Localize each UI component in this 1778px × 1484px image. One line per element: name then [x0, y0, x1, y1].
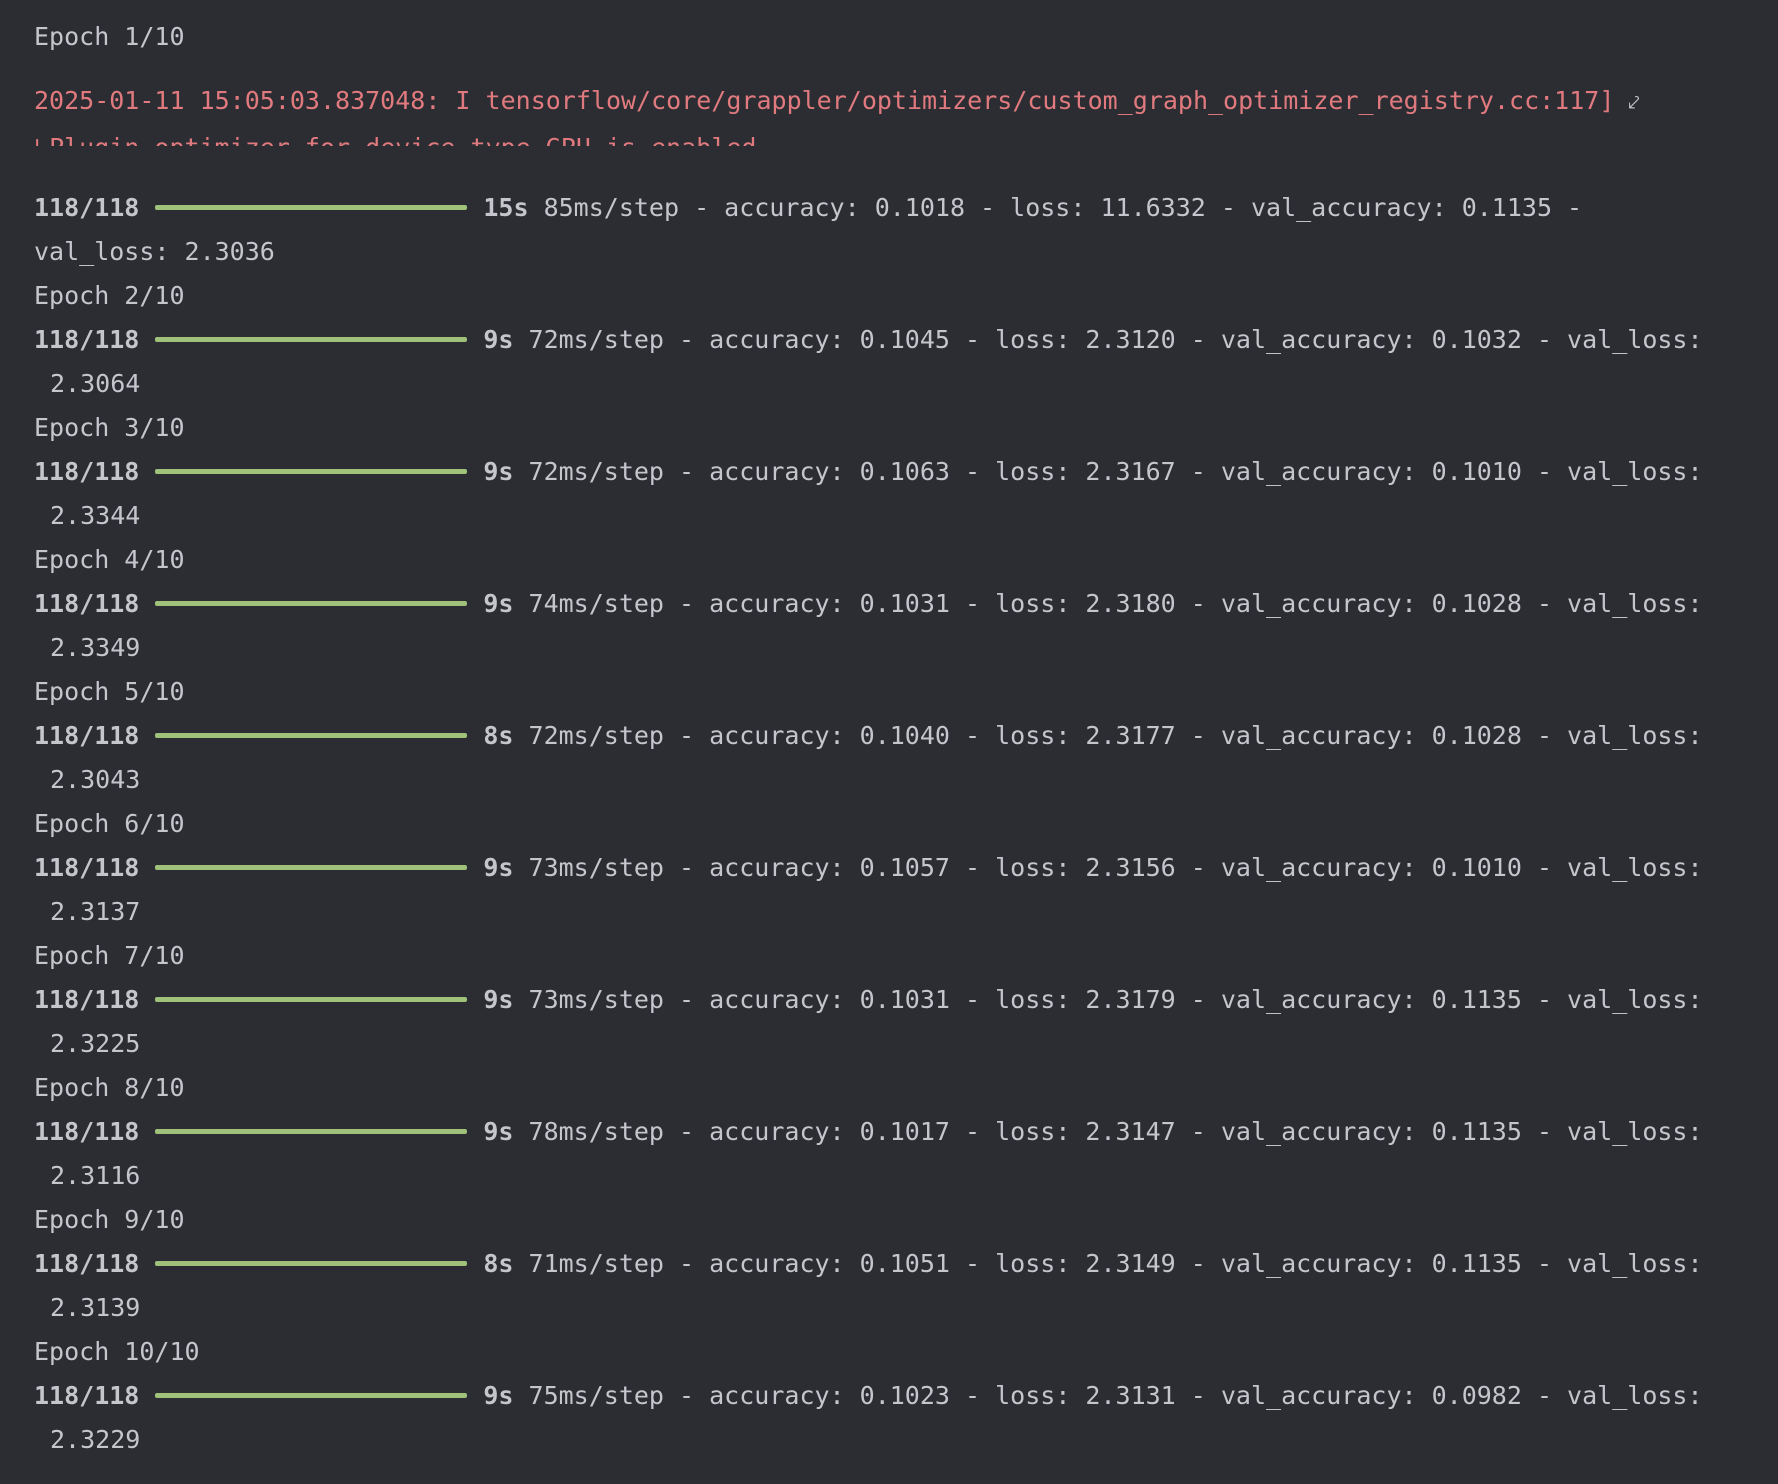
progress-bar: [155, 732, 468, 738]
epoch-header: Epoch 9/10: [34, 1205, 185, 1234]
warning-continuation-text: Plugin optimizer for device type GPU is …: [49, 133, 771, 146]
progress-line: 118/118 15s 85ms/step - accuracy: 0.1018 …: [34, 186, 1582, 230]
epoch-time: 9s: [483, 325, 514, 354]
epoch-header: Epoch 8/10: [34, 1073, 185, 1102]
wrap-continuation-icon: ↳: [34, 133, 49, 146]
progress-bar: [155, 600, 468, 606]
progress-line: 118/118 9s 73ms/step - accuracy: 0.1031 -…: [34, 978, 1703, 1022]
step-count: 118/118: [34, 1381, 140, 1410]
metrics-continuation: 2.3225: [50, 1029, 141, 1058]
step-count: 118/118: [34, 325, 140, 354]
metrics-continuation: 2.3043: [50, 765, 141, 794]
epoch-time: 9s: [483, 589, 514, 618]
metrics-continuation: 2.3137: [50, 897, 141, 926]
progress-bar: [155, 864, 468, 870]
step-count: 118/118: [34, 1117, 140, 1146]
progress-line: 118/118 8s 71ms/step - accuracy: 0.1051 -…: [34, 1242, 1703, 1286]
metrics-continuation: 2.3349: [50, 633, 141, 662]
metrics-continuation: 2.3344: [50, 501, 141, 530]
metrics-continuation: 2.3064: [50, 369, 141, 398]
progress-bar: [155, 1392, 468, 1398]
metrics-text: 85ms/step - accuracy: 0.1018 - loss: 11.…: [528, 193, 1583, 222]
metrics-continuation: val_loss: 2.3036: [34, 237, 275, 266]
metrics-text: 73ms/step - accuracy: 0.1057 - loss: 2.3…: [513, 853, 1703, 882]
epoch-time: 9s: [483, 1117, 514, 1146]
progress-line: 118/118 8s 72ms/step - accuracy: 0.1040 -…: [34, 714, 1703, 758]
progress-bar: [155, 468, 468, 474]
metrics-continuation: 2.3139: [50, 1293, 141, 1322]
epoch-time: 9s: [483, 853, 514, 882]
warning-line-clipped: ↳Plugin optimizer for device type GPU is…: [34, 126, 772, 146]
epoch-header: Epoch 2/10: [34, 281, 185, 310]
epoch-header: Epoch 7/10: [34, 941, 185, 970]
metrics-text: 71ms/step - accuracy: 0.1051 - loss: 2.3…: [513, 1249, 1703, 1278]
step-count: 118/118: [34, 589, 140, 618]
metrics-text: 78ms/step - accuracy: 0.1017 - loss: 2.3…: [513, 1117, 1703, 1146]
progress-line: 118/118 9s 74ms/step - accuracy: 0.1031 -…: [34, 582, 1703, 626]
step-count: 118/118: [34, 457, 140, 486]
metrics-continuation: 2.3116: [50, 1161, 141, 1190]
epoch-header: Epoch 6/10: [34, 809, 185, 838]
metrics-text: 72ms/step - accuracy: 0.1040 - loss: 2.3…: [513, 721, 1703, 750]
console-output[interactable]: Epoch 1/10 2025-01-11 15:05:03.837048: I…: [0, 0, 1778, 1484]
progress-bar: [155, 996, 468, 1002]
metrics-continuation: 2.3229: [50, 1425, 141, 1454]
warning-line: 2025-01-11 15:05:03.837048: I tensorflow…: [34, 79, 1640, 123]
epoch-header: Epoch 10/10: [34, 1337, 200, 1366]
epoch-time: 9s: [483, 985, 514, 1014]
step-count: 118/118: [34, 193, 140, 222]
soft-wrap-icon: ⤦: [1628, 90, 1640, 114]
progress-bar: [155, 1128, 468, 1134]
progress-bar: [155, 1260, 468, 1266]
metrics-text: 72ms/step - accuracy: 0.1063 - loss: 2.3…: [513, 457, 1703, 486]
progress-line: 118/118 9s 75ms/step - accuracy: 0.1023 -…: [34, 1374, 1703, 1418]
epoch-time: 15s: [483, 193, 529, 222]
epoch-time: 9s: [483, 457, 514, 486]
step-count: 118/118: [34, 985, 140, 1014]
warning-text: 2025-01-11 15:05:03.837048: I tensorflow…: [34, 86, 1615, 115]
metrics-text: 72ms/step - accuracy: 0.1045 - loss: 2.3…: [513, 325, 1703, 354]
epoch-header: Epoch 4/10: [34, 545, 185, 574]
progress-line: 118/118 9s 72ms/step - accuracy: 0.1063 -…: [34, 450, 1703, 494]
epoch-time: 8s: [483, 1249, 514, 1278]
progress-line: 118/118 9s 78ms/step - accuracy: 0.1017 -…: [34, 1110, 1703, 1154]
metrics-text: 73ms/step - accuracy: 0.1031 - loss: 2.3…: [513, 985, 1703, 1014]
epoch-header: Epoch 1/10: [34, 22, 185, 51]
progress-bar: [155, 204, 468, 210]
epoch-header: Epoch 5/10: [34, 677, 185, 706]
metrics-text: 75ms/step - accuracy: 0.1023 - loss: 2.3…: [513, 1381, 1703, 1410]
epoch-time: 9s: [483, 1381, 514, 1410]
step-count: 118/118: [34, 853, 140, 882]
step-count: 118/118: [34, 1249, 140, 1278]
progress-bar: [155, 336, 468, 342]
progress-line: 118/118 9s 73ms/step - accuracy: 0.1057 -…: [34, 846, 1703, 890]
metrics-text: 74ms/step - accuracy: 0.1031 - loss: 2.3…: [513, 589, 1703, 618]
epoch-time: 8s: [483, 721, 514, 750]
progress-line: 118/118 9s 72ms/step - accuracy: 0.1045 -…: [34, 318, 1703, 362]
epoch-header: Epoch 3/10: [34, 413, 185, 442]
step-count: 118/118: [34, 721, 140, 750]
